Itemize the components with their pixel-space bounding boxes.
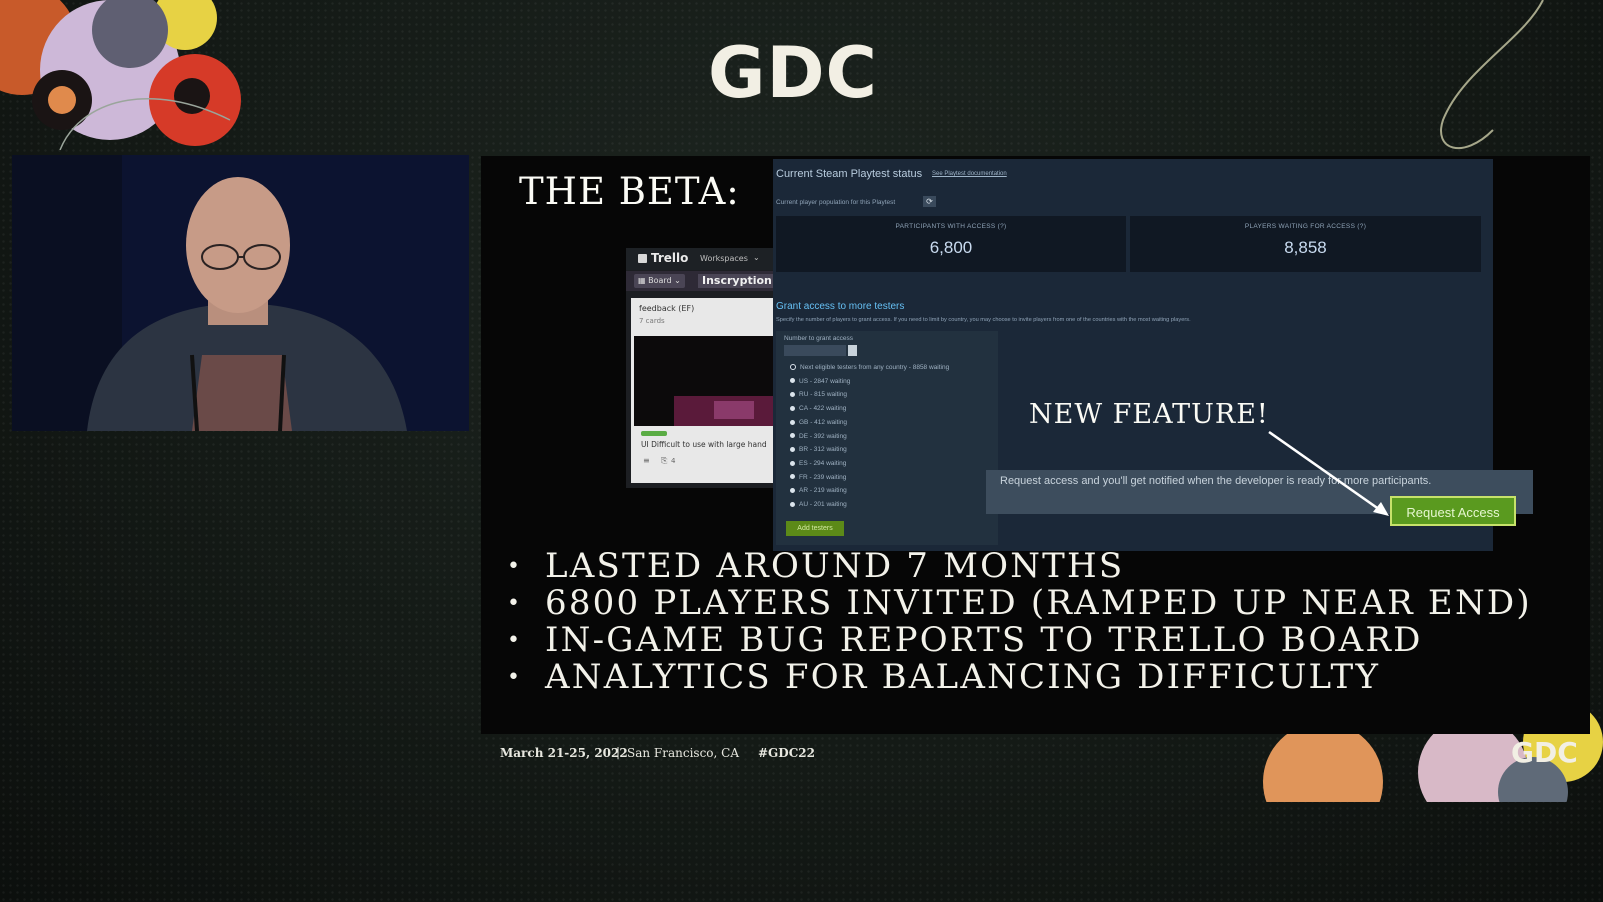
request-access-button[interactable]: Request Access	[1390, 496, 1516, 526]
radio-icon[interactable]	[790, 446, 795, 452]
trello-list-count: 7 cards	[639, 317, 665, 325]
refresh-icon[interactable]: ⟳	[923, 196, 936, 207]
country-radio-option[interactable]: Next eligible testers from any country -…	[790, 364, 949, 371]
footer-dates: March 21-25, 2022	[500, 746, 628, 760]
radio-icon[interactable]	[790, 474, 795, 480]
footer-hashtag: #GDC22	[758, 746, 815, 760]
radio-icon[interactable]	[790, 460, 795, 466]
country-radio-option[interactable]: US - 2847 waiting	[790, 378, 850, 385]
footer-gdc-logo: GDC	[1511, 736, 1578, 769]
country-label: ES - 294 waiting	[799, 459, 847, 467]
trello-board-view: ▦ Board ⌄	[634, 274, 685, 288]
country-radio-option[interactable]: GB - 412 waiting	[790, 419, 847, 426]
country-label: CA - 422 waiting	[799, 405, 847, 413]
new-feature-callout: NEW FEATURE!	[1029, 399, 1269, 430]
radio-icon[interactable]	[790, 405, 795, 411]
gdc-logo: GDC	[708, 32, 878, 114]
radio-icon[interactable]	[790, 378, 795, 384]
country-radio-option[interactable]: BR - 312 waiting	[790, 446, 847, 453]
trello-card-text[interactable]: UI Difficult to use with large hand	[641, 440, 767, 449]
number-label: Number to grant access	[784, 335, 854, 342]
country-radio-option[interactable]: AR - 219 waiting	[790, 487, 847, 494]
footer-separator: |	[616, 745, 621, 759]
bullet-item: • ANALYTICS FOR BALANCING DIFFICULTY	[507, 657, 1381, 697]
playtest-doc-link[interactable]: See Playtest documentation	[932, 171, 1007, 177]
trello-card-label	[641, 431, 667, 436]
radio-icon[interactable]	[790, 419, 795, 425]
trello-board-name: Inscryption	[698, 274, 776, 288]
trello-app-name: Trello	[651, 251, 689, 265]
radio-icon[interactable]	[790, 488, 795, 494]
trello-card-attachments: 4	[671, 457, 676, 465]
waiting-value: 8,858	[1284, 238, 1327, 257]
country-radio-option[interactable]: ES - 294 waiting	[790, 460, 846, 467]
country-label: AR - 219 waiting	[799, 487, 847, 495]
grant-form: Number to grant access Next eligible tes…	[776, 331, 998, 545]
callout-arrow	[1268, 430, 1389, 516]
decorative-corner-art	[0, 0, 260, 150]
radio-icon[interactable]	[790, 501, 795, 507]
description-icon: ≡	[643, 456, 650, 465]
participants-value: 6,800	[929, 238, 973, 257]
bullet-item: • LASTED AROUND 7 MONTHS	[507, 546, 1125, 586]
trello-list-title: feedback (EF)	[639, 304, 695, 313]
country-label: Next eligible testers from any country -…	[800, 364, 950, 371]
country-radio-option[interactable]: CA - 422 waiting	[790, 405, 846, 412]
radio-icon[interactable]	[790, 433, 795, 439]
country-label: GB - 412 waiting	[799, 418, 848, 426]
trello-card-image	[634, 336, 776, 426]
waiting-label: PLAYERS WAITING FOR ACCESS (?)	[1244, 223, 1367, 230]
country-label: BR - 312 waiting	[799, 446, 847, 454]
country-label: AU - 201 waiting	[799, 501, 847, 508]
participants-stat: PARTICIPANTS WITH ACCESS (?) 6,800	[776, 216, 1126, 272]
speaker-video	[12, 155, 469, 431]
country-radio-option[interactable]: FR - 239 waiting	[790, 474, 846, 481]
radio-icon[interactable]	[790, 392, 795, 398]
presentation-slide: THE BETA: Trello Workspaces ⌄ ▦ Board ⌄ …	[481, 156, 1590, 734]
country-radio-option[interactable]: AU - 201 waiting	[790, 501, 847, 508]
trello-logo-icon	[638, 254, 647, 263]
country-radio-option[interactable]: DE - 392 waiting	[790, 433, 847, 440]
number-input[interactable]	[784, 345, 846, 356]
chevron-down-icon: ⌄	[753, 253, 760, 262]
playtest-status-title: Current Steam Playtest status	[776, 168, 923, 180]
country-label: RU - 815 waiting	[799, 391, 848, 399]
bullet-item: • IN-GAME BUG REPORTS TO TRELLO BOARD	[507, 620, 1423, 660]
slide-title: THE BETA:	[519, 170, 740, 213]
decorative-line-art	[1403, 0, 1583, 170]
country-radio-option[interactable]: RU - 815 waiting	[790, 391, 847, 398]
waiting-stat: PLAYERS WAITING FOR ACCESS (?) 8,858	[1130, 216, 1481, 272]
trello-board-screenshot: Trello Workspaces ⌄ ▦ Board ⌄ Inscryptio…	[626, 248, 776, 488]
country-label: DE - 392 waiting	[799, 432, 847, 440]
country-label: US - 2847 waiting	[799, 377, 851, 385]
country-label: FR - 239 waiting	[799, 473, 847, 481]
grant-access-title: Grant access to more testers	[776, 301, 905, 312]
add-testers-button[interactable]: Add testers	[786, 521, 844, 536]
radio-icon[interactable]	[790, 364, 796, 371]
bullet-list: • LASTED AROUND 7 MONTHS • 6800 PLAYERS IN…	[507, 548, 1532, 696]
footer-location: San Francisco, CA	[627, 746, 740, 760]
population-label: Current player population for this Playt…	[776, 199, 896, 206]
slide-footer: March 21-25, 2022 | San Francisco, CA #G…	[481, 734, 1590, 772]
bullet-item: • 6800 PLAYERS INVITED (RAMPED UP NEAR EN…	[507, 583, 1532, 623]
grant-access-description: Specify the number of players to grant a…	[776, 317, 1191, 323]
attachment-icon: ⎘	[661, 456, 668, 465]
number-stepper[interactable]	[848, 345, 857, 356]
trello-workspaces: Workspaces	[700, 254, 748, 263]
participants-label: PARTICIPANTS WITH ACCESS (?)	[895, 223, 1007, 230]
